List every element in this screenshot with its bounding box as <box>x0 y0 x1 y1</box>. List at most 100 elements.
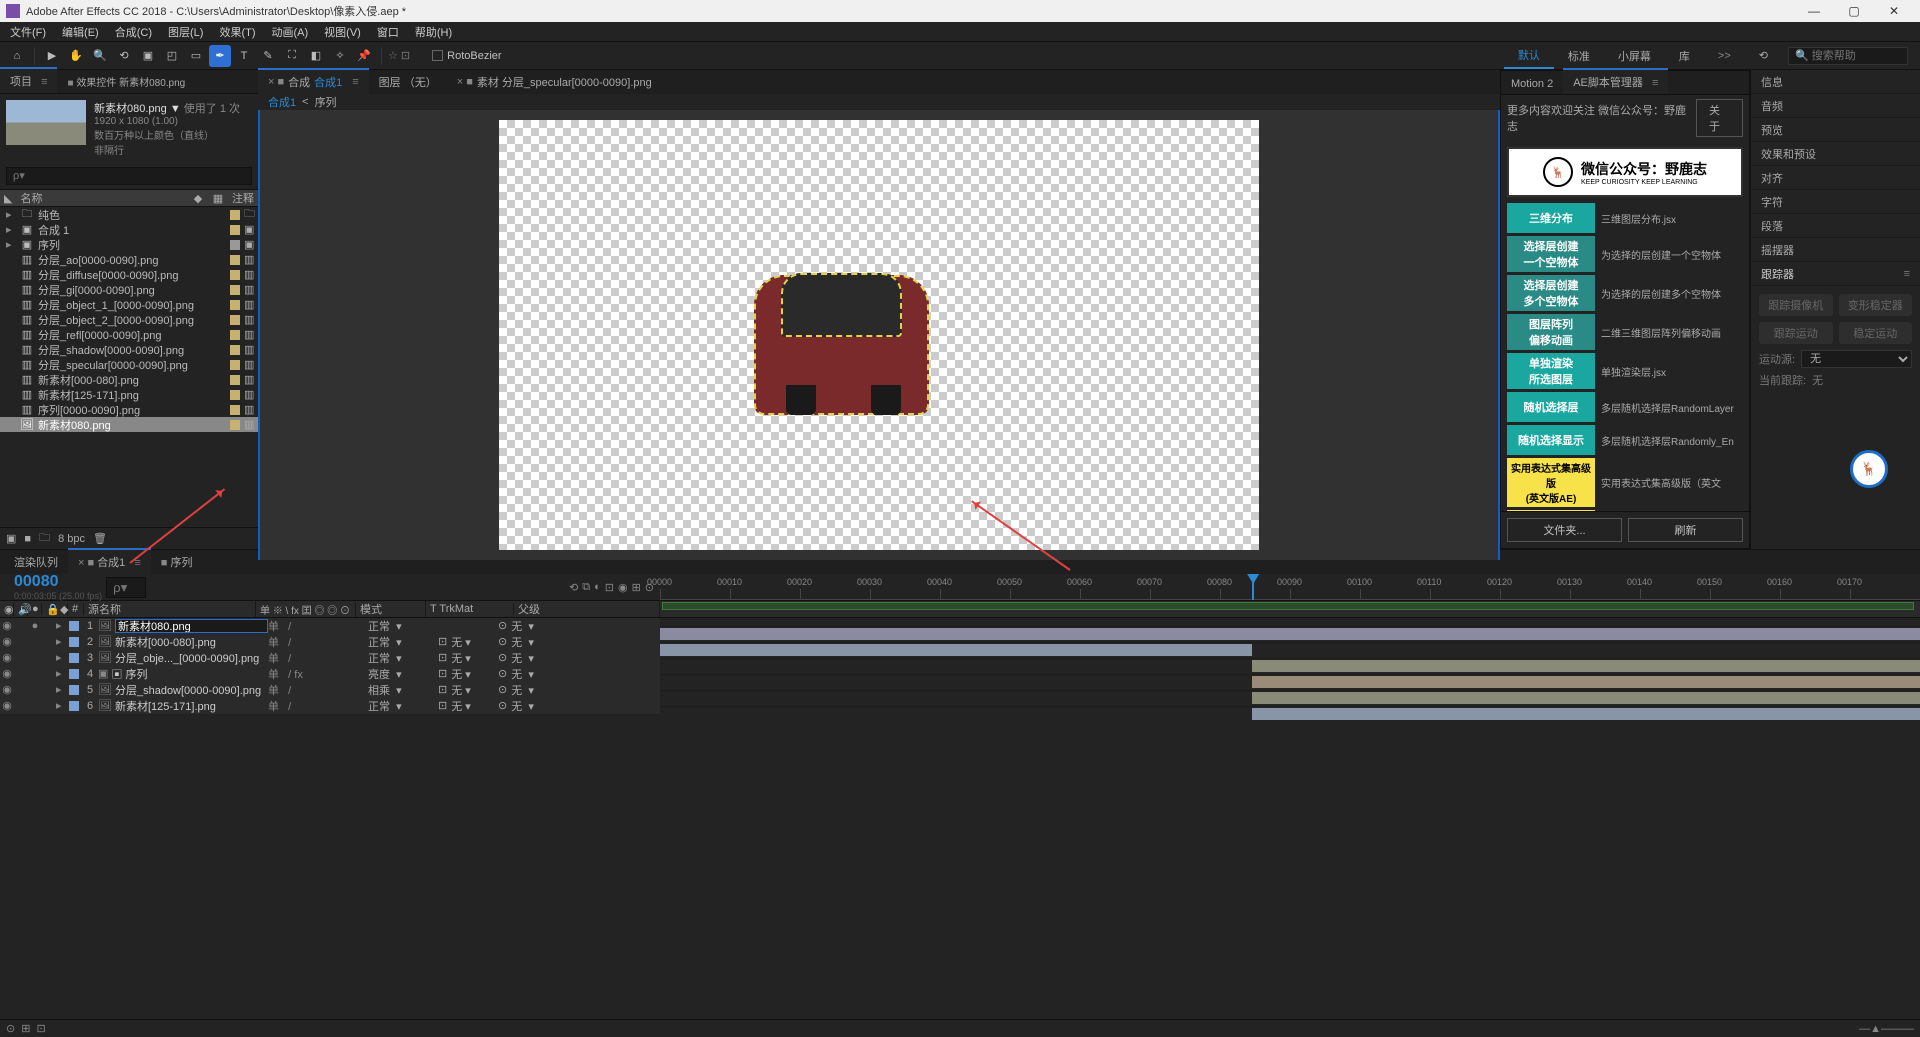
current-time-indicator[interactable] <box>1252 574 1254 600</box>
camera-tool-icon[interactable]: ▣ <box>137 45 159 67</box>
clone-tool-icon[interactable]: ⛶ <box>281 45 303 67</box>
motion-blur-icon[interactable]: ◉ <box>618 581 628 594</box>
layer-name-input[interactable] <box>115 619 268 633</box>
trkmat-dropdown[interactable]: ⊡ 无 ▾ <box>438 634 498 650</box>
asset-row[interactable]: ▥分层_shadow[0000-0090].png▥ <box>0 342 258 357</box>
col-lock-icon[interactable]: 🔒 <box>42 603 56 616</box>
col-name[interactable]: 名称 <box>16 190 188 206</box>
hand-tool-icon[interactable]: ✋ <box>65 45 87 67</box>
col-type-icon[interactable]: ▦ <box>208 192 228 205</box>
interpret-icon[interactable]: ▣ <box>6 532 16 545</box>
side-panel-header[interactable]: 效果和预设 <box>1751 142 1920 166</box>
brush-tool-icon[interactable]: ✎ <box>257 45 279 67</box>
layer-name[interactable]: 🖼新素材[125-171].png <box>98 698 268 714</box>
shape-tool-icon[interactable]: ▭ <box>185 45 207 67</box>
minimize-button[interactable]: — <box>1794 4 1834 18</box>
text-tool-icon[interactable]: T <box>233 45 255 67</box>
asset-row[interactable]: ▥分层_refl[0000-0090].png▥ <box>0 327 258 342</box>
tab-timeline-comp[interactable]: × ■ 合成1 ≡ <box>68 548 151 574</box>
side-panel-header[interactable]: 段落 <box>1751 214 1920 238</box>
asset-row[interactable]: ▸▣合成 1▣ <box>0 222 258 237</box>
zoom-tool-icon[interactable]: 🔍 <box>89 45 111 67</box>
parent-dropdown[interactable]: ⊙ 无 ▾ <box>498 682 578 698</box>
snapping-icon[interactable]: ☆ ⊡ <box>388 49 410 62</box>
layer-label-color[interactable] <box>69 621 79 631</box>
side-panel-header[interactable]: 预览 <box>1751 118 1920 142</box>
puppet-tool-icon[interactable]: 📌 <box>353 45 375 67</box>
track-motion-button[interactable]: 跟踪运动 <box>1759 322 1833 344</box>
menu-item[interactable]: 视图(V) <box>318 22 367 42</box>
menu-item[interactable]: 效果(T) <box>213 22 261 42</box>
side-panel-header[interactable]: 摇摆器 <box>1751 238 1920 262</box>
home-icon[interactable]: ⌂ <box>6 45 28 67</box>
layer-duration-bar[interactable] <box>1252 708 1920 720</box>
col-solo-icon[interactable]: ● <box>28 603 42 615</box>
folder-button[interactable]: 文件夹... <box>1507 518 1622 542</box>
track-camera-button[interactable]: 跟踪摄像机 <box>1759 294 1833 316</box>
menu-item[interactable]: 图层(L) <box>162 22 209 42</box>
visibility-toggle-icon[interactable]: ◉ <box>0 635 14 648</box>
comp-tab[interactable]: × ■ 素材 分层_specular[0000-0090].png <box>447 68 662 94</box>
pan-behind-tool-icon[interactable]: ◰ <box>161 45 183 67</box>
comp-mini-flow-icon[interactable]: ⧉ <box>582 581 590 594</box>
asset-row[interactable]: ▥分层_diffuse[0000-0090].png▥ <box>0 267 258 282</box>
layer-duration-bar[interactable] <box>1252 692 1920 704</box>
rotobezier-checkbox[interactable]: RotoBezier <box>432 50 501 62</box>
rotobrush-tool-icon[interactable]: ✧ <box>329 45 351 67</box>
tab-effect-controls[interactable]: ■ 效果控件 新素材080.png <box>57 68 195 93</box>
about-button[interactable]: 关于 <box>1696 99 1743 137</box>
layer-label-color[interactable] <box>69 637 79 647</box>
work-area-bar[interactable] <box>662 602 1914 610</box>
col-source-name[interactable]: 源名称 <box>84 601 256 617</box>
close-button[interactable]: ✕ <box>1874 4 1914 18</box>
asset-row[interactable]: ▥分层_ao[0000-0090].png▥ <box>0 252 258 267</box>
asset-row[interactable]: ▥序列[0000-0090].png▥ <box>0 402 258 417</box>
layer-label-color[interactable] <box>69 653 79 663</box>
blend-mode-dropdown[interactable]: 正常 ▾ <box>368 634 438 650</box>
project-search-input[interactable] <box>6 167 252 185</box>
menu-item[interactable]: 合成(C) <box>109 22 158 42</box>
col-visibility-icon[interactable]: ◉ <box>0 603 14 616</box>
toggle-curves-icon[interactable]: ⊡ <box>36 1022 45 1035</box>
layer-duration-bar[interactable] <box>1252 676 1920 688</box>
shy-icon[interactable]: ⟲ <box>569 581 578 594</box>
workspace-tab[interactable]: 标准 <box>1554 42 1604 69</box>
col-label-icon[interactable]: ◆ <box>56 603 68 616</box>
script-button[interactable]: 选择层创建一个空物体 <box>1507 236 1595 272</box>
col-parent[interactable]: 父级 <box>514 601 660 617</box>
side-panel-header[interactable]: 对齐 <box>1751 166 1920 190</box>
asset-row[interactable]: ▥分层_specular[0000-0090].png▥ <box>0 357 258 372</box>
blend-mode-dropdown[interactable]: 正常 ▾ <box>368 618 438 634</box>
script-button[interactable]: 三维分布 <box>1507 203 1595 233</box>
toggle-panes-icon[interactable]: ⊞ <box>21 1022 30 1035</box>
workspace-tab[interactable]: 默认 <box>1504 42 1554 69</box>
menu-item[interactable]: 窗口 <box>371 22 405 42</box>
layer-label-color[interactable] <box>69 669 79 679</box>
masked-layer-car[interactable] <box>754 275 929 415</box>
graph-editor-icon[interactable]: ⊞ <box>632 581 641 594</box>
visibility-toggle-icon[interactable]: ◉ <box>0 699 14 712</box>
frame-blend-icon[interactable]: ⊡ <box>605 581 614 594</box>
workspace-tab[interactable]: 小屏幕 <box>1604 42 1665 69</box>
col-mode[interactable]: 模式 <box>356 601 426 617</box>
tab-timeline-seq[interactable]: ■ 序列 <box>151 548 203 574</box>
parent-dropdown[interactable]: ⊙ 无 ▾ <box>498 698 578 714</box>
asset-row[interactable]: ▥新素材[000-080].png▥ <box>0 372 258 387</box>
script-button[interactable]: 实用表达式集高级版(英文版AE) <box>1507 458 1595 507</box>
visibility-toggle-icon[interactable]: ◉ <box>0 683 14 696</box>
menu-item[interactable]: 动画(A) <box>266 22 315 42</box>
layer-name[interactable]: 🖼分层_obje..._[0000-0090].png <box>98 650 268 666</box>
script-button[interactable]: 选择层创建多个空物体 <box>1507 275 1595 311</box>
layer-name[interactable]: ▣▣ 序列 <box>98 666 268 682</box>
trkmat-dropdown[interactable]: ⊡ 无 ▾ <box>438 682 498 698</box>
visibility-toggle-icon[interactable]: ◉ <box>0 667 14 680</box>
timeline-search-input[interactable] <box>106 577 146 598</box>
trash-icon[interactable]: 🗑 <box>93 532 107 545</box>
crumb-next[interactable]: 序列 <box>315 94 337 110</box>
maximize-button[interactable]: ▢ <box>1834 4 1874 18</box>
new-folder-icon[interactable]: 🗀 <box>39 529 50 548</box>
refresh-button[interactable]: 刷新 <box>1628 518 1743 542</box>
viewport[interactable] <box>258 110 1500 560</box>
visibility-toggle-icon[interactable]: ◉ <box>0 619 14 632</box>
layer-duration-bar[interactable] <box>1252 660 1920 672</box>
